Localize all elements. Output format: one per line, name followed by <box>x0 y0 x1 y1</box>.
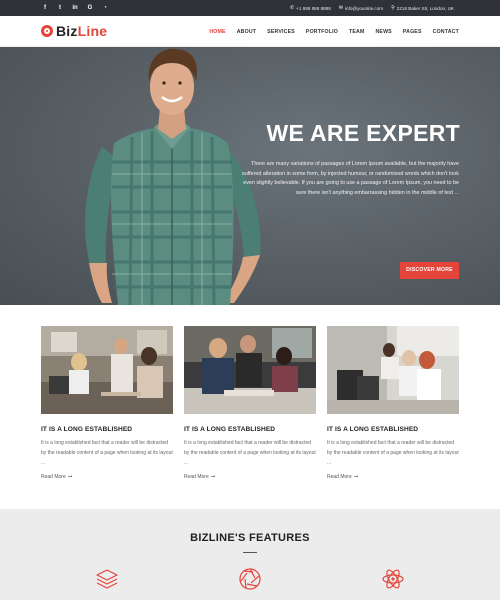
logo-prefix: Biz <box>56 23 78 39</box>
address-info: ⚲ 2216 Baker Str, London, UK <box>391 5 454 11</box>
phone-text: +1 888 888 8888 <box>296 5 331 11</box>
card-1-image[interactable] <box>41 326 173 414</box>
social-links: f t in G ◔ <box>42 0 108 16</box>
title-divider <box>243 552 257 553</box>
aperture-icon <box>239 568 261 590</box>
card-1-text: It is a long established fact that a rea… <box>41 440 173 466</box>
cards-section: IT IS A LONG ESTABLISHED It is a long es… <box>41 326 459 486</box>
nav-services[interactable]: SERVICES <box>267 29 295 35</box>
address-text: 2216 Baker Str, London, UK <box>396 5 454 11</box>
email-info: ✉ info@yoursite.com <box>339 5 383 11</box>
nav-pages[interactable]: PAGES <box>403 29 422 35</box>
card-3: IT IS A LONG ESTABLISHED It is a long es… <box>327 326 459 480</box>
hero-title: WE ARE EXPERT <box>266 120 460 146</box>
logo-icon <box>41 25 53 37</box>
arrow-right-icon: ➞ <box>353 474 359 481</box>
card-1-title[interactable]: IT IS A LONG ESTABLISHED <box>41 426 173 433</box>
card-1-read-more[interactable]: Read More ➞ <box>41 474 173 480</box>
features-section: BIZLINE'S FEATURES <box>0 509 500 600</box>
main-nav: HOME ABOUT SERVICES PORTFOLIO TEAM NEWS … <box>209 16 459 47</box>
features-title: BIZLINE'S FEATURES <box>190 532 310 544</box>
nav-news[interactable]: NEWS <box>375 29 391 35</box>
nav-about[interactable]: ABOUT <box>237 29 256 35</box>
card-2: IT IS A LONG ESTABLISHED It is a long es… <box>184 326 316 480</box>
contact-info: ✆ +1 888 888 8888 ✉ info@yoursite.com ⚲ … <box>290 0 454 16</box>
card-2-read-more-label: Read More <box>184 474 209 481</box>
card-2-image[interactable] <box>184 326 316 414</box>
card-3-title[interactable]: IT IS A LONG ESTABLISHED <box>327 426 459 433</box>
nav-team[interactable]: TEAM <box>349 29 365 35</box>
logo-text: BizLine <box>56 23 107 39</box>
arrow-right-icon: ➞ <box>210 474 216 481</box>
google-icon[interactable]: G <box>87 0 93 16</box>
nav-contact[interactable]: CONTACT <box>433 29 459 35</box>
phone-icon: ✆ <box>289 5 295 11</box>
site-header: BizLine HOME ABOUT SERVICES PORTFOLIO TE… <box>0 16 500 47</box>
rss-icon[interactable]: ◔ <box>102 0 108 16</box>
card-1: IT IS A LONG ESTABLISHED It is a long es… <box>41 326 173 480</box>
atom-icon <box>382 569 404 589</box>
logo[interactable]: BizLine <box>41 23 107 39</box>
arrow-right-icon: ➞ <box>67 474 73 481</box>
card-2-text: It is a long established fact that a rea… <box>184 440 316 466</box>
hero-section: WE ARE EXPERT There are many variations … <box>0 47 500 305</box>
map-marker-icon: ⚲ <box>391 5 395 11</box>
card-3-text: It is a long established fact that a rea… <box>327 440 459 466</box>
card-2-title[interactable]: IT IS A LONG ESTABLISHED <box>184 426 316 433</box>
nav-home[interactable]: HOME <box>209 29 225 35</box>
layers-icon <box>96 569 118 589</box>
card-3-read-more-label: Read More <box>327 474 352 481</box>
logo-suffix: Line <box>77 23 108 39</box>
hero-description: There are many variations of passages of… <box>242 161 459 196</box>
card-3-image[interactable] <box>327 326 459 414</box>
discover-more-button[interactable]: DISCOVER MORE <box>400 262 459 279</box>
envelope-icon: ✉ <box>338 5 343 11</box>
twitter-icon[interactable]: t <box>57 0 63 16</box>
linkedin-icon[interactable]: in <box>72 0 78 16</box>
top-bar: f t in G ◔ ✆ +1 888 888 8888 ✉ info@your… <box>0 0 500 16</box>
card-2-read-more[interactable]: Read More ➞ <box>184 474 316 480</box>
card-1-read-more-label: Read More <box>41 474 66 481</box>
email-text[interactable]: info@yoursite.com <box>345 6 383 11</box>
phone-info: ✆ +1 888 888 8888 <box>290 5 331 11</box>
facebook-icon[interactable]: f <box>42 0 48 16</box>
nav-portfolio[interactable]: PORTFOLIO <box>306 29 338 35</box>
card-3-read-more[interactable]: Read More ➞ <box>327 474 459 480</box>
